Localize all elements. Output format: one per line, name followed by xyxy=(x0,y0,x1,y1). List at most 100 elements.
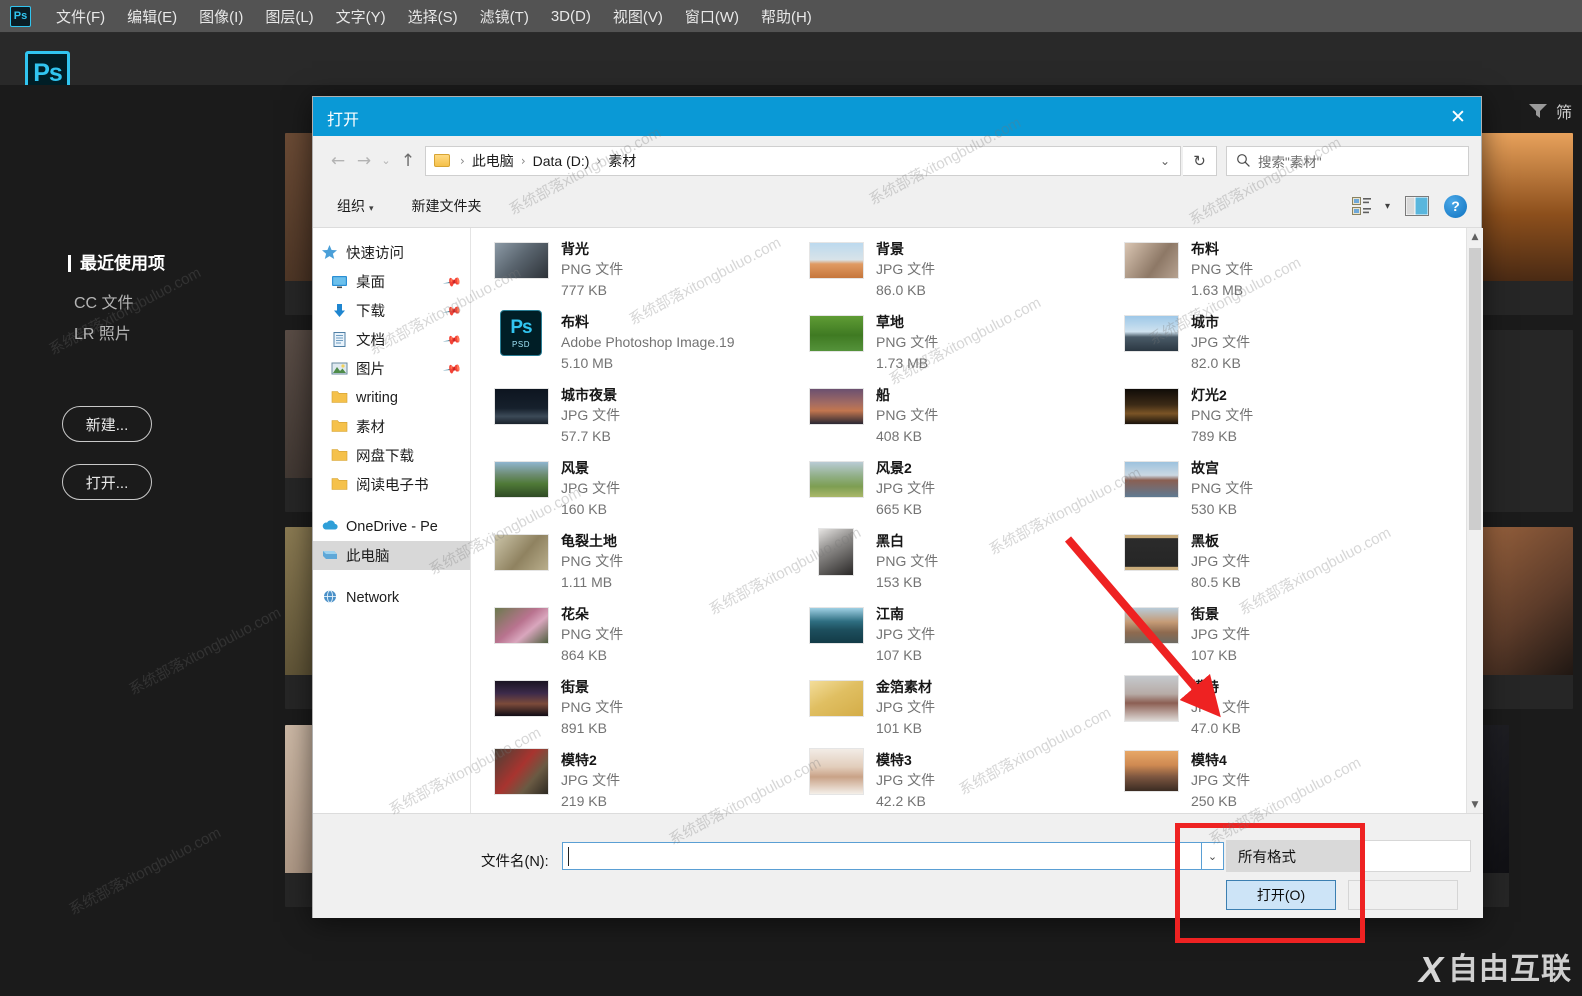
file-item[interactable]: 城市 JPG 文件 82.0 KB xyxy=(1111,307,1426,380)
organize-menu[interactable]: 组织 ▾ xyxy=(329,192,382,220)
pin-icon[interactable]: 📌 xyxy=(442,271,462,291)
menu-view[interactable]: 视图(V) xyxy=(602,3,674,30)
psd-file-icon: Ps PSD xyxy=(500,310,542,356)
file-item[interactable]: 花朵 PNG 文件 864 KB xyxy=(481,599,796,672)
nav-item-desktop[interactable]: 桌面 📌 xyxy=(313,267,470,296)
breadcrumb-sucai[interactable]: 素材 xyxy=(605,151,639,171)
file-item[interactable]: 江南 JPG 文件 107 KB xyxy=(796,599,1111,672)
nav-item-quick-access[interactable]: 快速访问 xyxy=(313,238,470,267)
help-icon[interactable]: ? xyxy=(1444,194,1467,218)
forward-icon[interactable]: → xyxy=(351,148,377,174)
file-type: PNG 文件 xyxy=(561,626,624,643)
file-name: 风景2 xyxy=(876,460,912,476)
file-item[interactable]: 模特2 JPG 文件 219 KB xyxy=(481,745,796,813)
sidebar-item-lr-photos[interactable]: LR 照片 xyxy=(74,320,131,344)
nav-item-label: 快速访问 xyxy=(346,246,404,262)
open-file-button[interactable]: 打开... xyxy=(62,464,152,500)
file-item[interactable]: 模特 JPG 文件 47.0 KB xyxy=(1111,672,1426,745)
file-item[interactable]: 灯光2 PNG 文件 789 KB xyxy=(1111,380,1426,453)
file-item[interactable]: 背景 JPG 文件 86.0 KB xyxy=(796,234,1111,307)
file-item[interactable]: 背光 PNG 文件 777 KB xyxy=(481,234,796,307)
menu-image[interactable]: 图像(I) xyxy=(188,3,254,30)
menu-window[interactable]: 窗口(W) xyxy=(674,3,750,30)
file-item[interactable]: 黑白 PNG 文件 153 KB xyxy=(796,526,1111,599)
pin-icon[interactable]: 📌 xyxy=(442,358,462,378)
nav-item-writing[interactable]: writing xyxy=(313,383,470,412)
nav-item-this-pc[interactable]: 此电脑 xyxy=(313,541,470,570)
nav-item-onedrive[interactable]: OneDrive - Pe xyxy=(313,512,470,541)
refresh-icon[interactable]: ↻ xyxy=(1183,145,1217,176)
breadcrumb-this-pc[interactable]: 此电脑 xyxy=(469,151,517,171)
menu-layer[interactable]: 图层(L) xyxy=(254,3,324,30)
file-item[interactable]: 龟裂土地 PNG 文件 1.11 MB xyxy=(481,526,796,599)
file-item[interactable]: Ps PSD 布料 Adobe Photoshop Image.19 5.10 … xyxy=(481,307,796,380)
filename-dropdown-icon[interactable]: ⌄ xyxy=(1202,842,1224,870)
file-thumbnail xyxy=(808,676,864,720)
filetype-select[interactable]: 所有格式 xyxy=(1226,840,1361,872)
menu-select[interactable]: 选择(S) xyxy=(397,3,469,30)
file-name: 布料 xyxy=(1191,241,1219,257)
scroll-down-icon[interactable]: ▼ xyxy=(1467,796,1483,813)
file-item[interactable]: 街景 PNG 文件 891 KB xyxy=(481,672,796,745)
chevron-down-icon[interactable]: ▾ xyxy=(1385,201,1390,212)
chevron-down-icon[interactable]: ⌄ xyxy=(1160,154,1170,168)
sidebar-item-recent[interactable]: 最近使用项 xyxy=(68,255,165,272)
nav-item-ebooks[interactable]: 阅读电子书 xyxy=(313,470,470,499)
file-type: JPG 文件 xyxy=(1191,334,1251,351)
pin-icon[interactable]: 📌 xyxy=(442,300,462,320)
preview-pane-icon[interactable] xyxy=(1405,196,1429,216)
breadcrumb-data-d[interactable]: Data (D:) xyxy=(530,153,593,169)
file-item[interactable]: 街景 JPG 文件 107 KB xyxy=(1111,599,1426,672)
file-item[interactable]: 城市夜景 JPG 文件 57.7 KB xyxy=(481,380,796,453)
nav-item-sucai[interactable]: 素材 xyxy=(313,412,470,441)
file-item[interactable]: 布料 PNG 文件 1.63 MB xyxy=(1111,234,1426,307)
file-item[interactable]: 船 PNG 文件 408 KB xyxy=(796,380,1111,453)
file-name: 灯光2 xyxy=(1191,387,1227,403)
search-icon xyxy=(1237,154,1250,167)
view-options-icon[interactable] xyxy=(1351,196,1372,216)
file-thumbnail xyxy=(808,238,864,282)
filename-input[interactable] xyxy=(562,842,1202,870)
recent-locations-icon[interactable]: ⌄ xyxy=(377,148,395,174)
file-item[interactable]: 金箔素材 JPG 文件 101 KB xyxy=(796,672,1111,745)
menu-help[interactable]: 帮助(H) xyxy=(750,3,823,30)
file-size: 789 KB xyxy=(1191,427,1237,444)
nav-item-network[interactable]: Network xyxy=(313,583,470,612)
menu-3d[interactable]: 3D(D) xyxy=(540,5,602,28)
file-list[interactable]: 背光 PNG 文件 777 KB 背景 JPG 文件 86.0 KB 布料 PN… xyxy=(471,228,1483,813)
back-icon[interactable]: ← xyxy=(325,148,351,174)
organize-label: 组织 xyxy=(337,198,365,214)
file-item[interactable]: 草地 PNG 文件 1.73 MB xyxy=(796,307,1111,380)
file-list-scrollbar[interactable]: ▲ ▼ xyxy=(1466,228,1483,813)
nav-item-downloads[interactable]: 下载 📌 xyxy=(313,296,470,325)
menu-type[interactable]: 文字(Y) xyxy=(325,3,397,30)
menu-file[interactable]: 文件(F) xyxy=(45,3,116,30)
file-item[interactable]: 模特3 JPG 文件 42.2 KB xyxy=(796,745,1111,813)
menu-filter[interactable]: 滤镜(T) xyxy=(469,3,540,30)
pin-icon[interactable]: 📌 xyxy=(442,329,462,349)
filter-control[interactable]: 筛 xyxy=(1528,99,1572,123)
search-box[interactable]: 搜索"素材" xyxy=(1226,145,1469,176)
open-button[interactable]: 打开(O) xyxy=(1226,880,1336,910)
nav-item-pictures[interactable]: 图片 📌 xyxy=(313,354,470,383)
file-thumbnail xyxy=(493,384,549,428)
scrollbar-thumb[interactable] xyxy=(1469,248,1481,530)
file-item[interactable]: 风景 JPG 文件 160 KB xyxy=(481,453,796,526)
file-item[interactable]: 模特4 JPG 文件 250 KB xyxy=(1111,745,1426,813)
menu-edit[interactable]: 编辑(E) xyxy=(116,3,188,30)
nav-item-documents[interactable]: 文档 📌 xyxy=(313,325,470,354)
close-icon[interactable]: ✕ xyxy=(1435,97,1481,136)
cancel-button[interactable] xyxy=(1348,880,1458,910)
scroll-up-icon[interactable]: ▲ xyxy=(1467,228,1483,245)
new-file-button[interactable]: 新建... xyxy=(62,406,152,442)
file-item[interactable]: 故宫 PNG 文件 530 KB xyxy=(1111,453,1426,526)
chevron-down-icon: ▾ xyxy=(369,204,374,214)
file-name: 金箔素材 xyxy=(876,679,932,695)
up-icon[interactable]: ↑ xyxy=(395,148,421,174)
file-item[interactable]: 黑板 JPG 文件 80.5 KB xyxy=(1111,526,1426,599)
nav-item-netdisk-downloads[interactable]: 网盘下载 xyxy=(313,441,470,470)
sidebar-item-cc-files[interactable]: CC 文件 xyxy=(74,289,134,313)
new-folder-button[interactable]: 新建文件夹 xyxy=(404,192,490,220)
file-item[interactable]: 风景2 JPG 文件 665 KB xyxy=(796,453,1111,526)
address-bar[interactable]: › 此电脑 › Data (D:) › 素材 ⌄ xyxy=(425,145,1181,176)
